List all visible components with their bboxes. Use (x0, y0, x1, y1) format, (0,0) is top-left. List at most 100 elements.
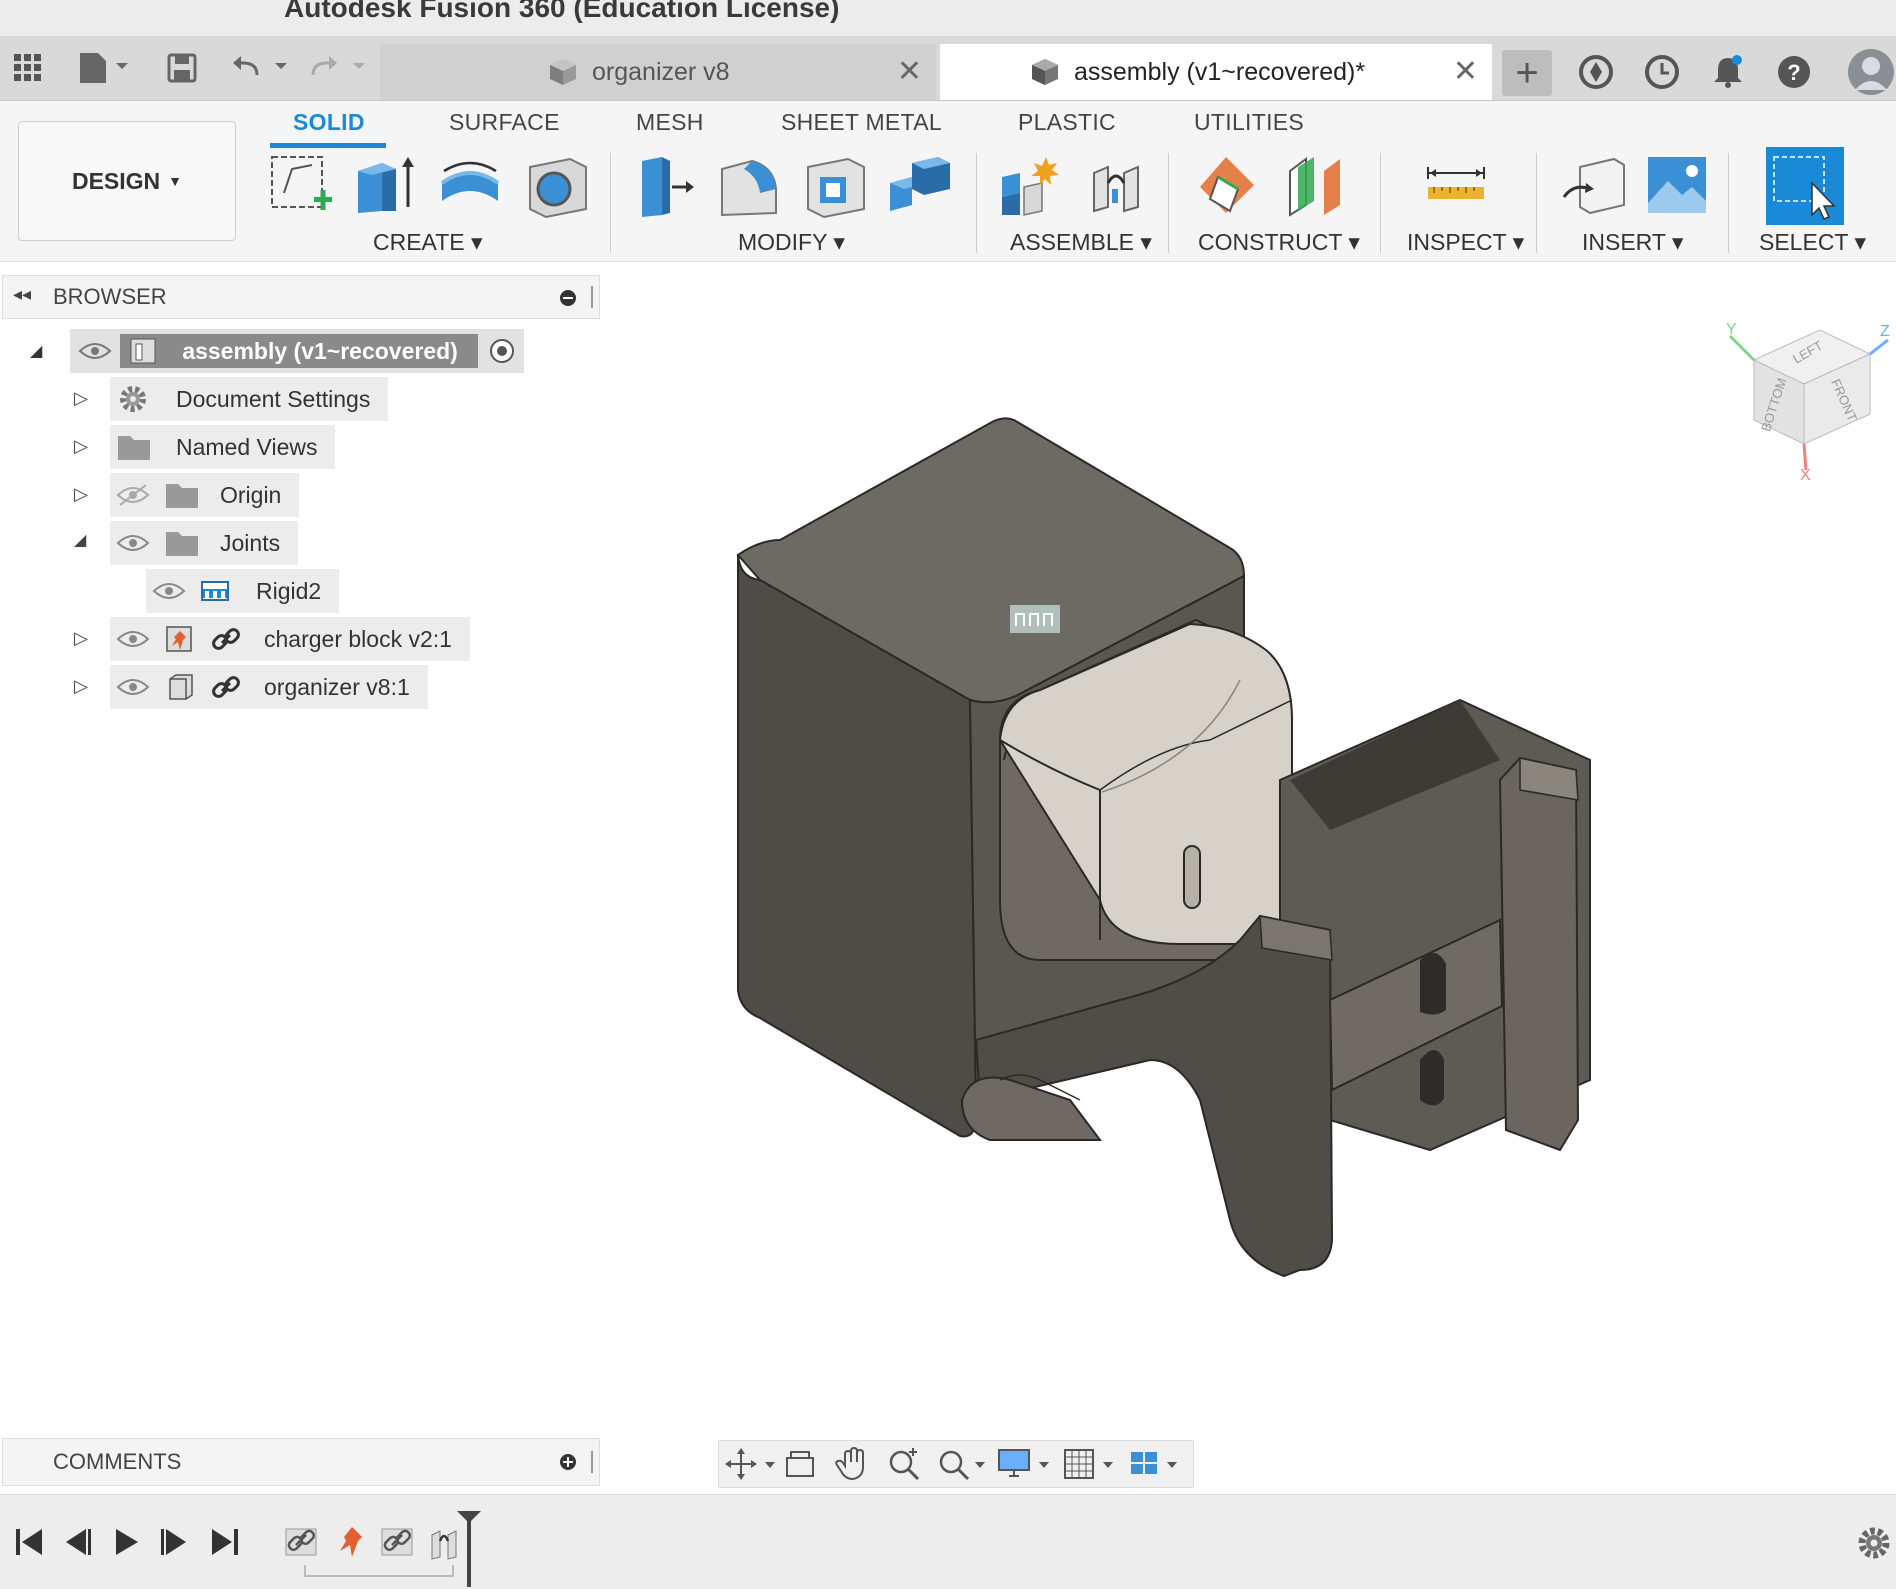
tab-sheet-metal[interactable]: SHEET METAL (781, 109, 942, 136)
create-sketch-icon[interactable] (268, 153, 334, 219)
save-icon[interactable] (162, 50, 202, 86)
tree-item-organizer-v8[interactable]: organizer v8:1 (110, 665, 428, 709)
joint-icon[interactable] (1084, 153, 1150, 219)
viewports-icon[interactable] (1129, 1446, 1185, 1482)
look-at-icon[interactable] (781, 1446, 821, 1482)
expand-triangle-icon[interactable]: ▷ (74, 388, 88, 409)
shell-icon[interactable] (802, 153, 868, 219)
assemble-menu[interactable]: ASSEMBLE ▾ (1010, 229, 1152, 256)
combine-icon[interactable] (886, 153, 952, 219)
select-menu[interactable]: SELECT ▾ (1759, 229, 1866, 256)
new-tab-button[interactable]: + (1502, 50, 1552, 96)
link-icon (212, 628, 240, 650)
user-avatar[interactable] (1846, 49, 1896, 95)
root-label: assembly (v1~recovered) (182, 337, 458, 364)
tree-item-named-views[interactable]: Named Views (110, 425, 336, 469)
visibility-eye-icon[interactable] (116, 531, 150, 555)
tree-item-rigid2[interactable]: Rigid2 (146, 569, 340, 613)
visibility-eye-icon[interactable] (152, 579, 186, 603)
tab-surface[interactable]: SURFACE (449, 109, 560, 136)
zoom-icon[interactable] (885, 1446, 925, 1482)
select-tool-icon[interactable] (1766, 147, 1844, 225)
tree-item-label: Document Settings (176, 385, 371, 412)
go-to-end-icon[interactable] (208, 1525, 242, 1559)
browser-panel-header[interactable]: ◂◂ BROWSER (2, 275, 600, 319)
history-clock-icon[interactable] (1642, 52, 1682, 92)
close-tab-icon[interactable]: ✕ (1453, 54, 1478, 89)
visibility-eye-icon[interactable] (116, 627, 150, 651)
new-component-icon[interactable] (998, 153, 1064, 219)
tree-item-document-settings[interactable]: Document Settings (110, 377, 389, 421)
midplane-icon[interactable] (1284, 153, 1350, 219)
construct-menu[interactable]: CONSTRUCT ▾ (1198, 229, 1360, 256)
tab-plastic[interactable]: PLASTIC (1018, 109, 1116, 136)
tab-mesh[interactable]: MESH (636, 109, 704, 136)
display-settings-icon[interactable] (997, 1446, 1053, 1482)
expand-triangle-icon[interactable]: ▷ (74, 676, 88, 697)
revolve-icon[interactable] (436, 153, 502, 219)
collapse-panel-icon[interactable]: ◂◂ (13, 284, 31, 305)
visibility-eye-icon[interactable] (78, 339, 112, 363)
redo-icon[interactable] (308, 50, 370, 86)
tab-utilities[interactable]: UTILITIES (1194, 109, 1304, 136)
tab-assembly[interactable]: assembly (v1~recovered)* ✕ (940, 44, 1492, 100)
tab-organizer-v8[interactable]: organizer v8 ✕ (380, 44, 936, 100)
expand-triangle-icon[interactable]: ▷ (74, 628, 88, 649)
panel-resize-handle[interactable] (591, 1451, 593, 1473)
tree-root-assembly[interactable]: ◢ assembly (v1~recovered) (30, 329, 524, 373)
create-menu[interactable]: CREATE ▾ (373, 229, 483, 256)
step-forward-icon[interactable] (158, 1525, 192, 1559)
visibility-eye-icon[interactable] (116, 675, 150, 699)
tree-item-joints[interactable]: Joints (110, 521, 299, 565)
group-label: CREATE (373, 229, 465, 255)
collapse-triangle-icon[interactable]: ◢ (74, 530, 86, 550)
modify-menu[interactable]: MODIFY ▾ (738, 229, 845, 256)
inspect-menu[interactable]: INSPECT ▾ (1407, 229, 1524, 256)
tab-solid[interactable]: SOLID (293, 109, 365, 136)
timeline-joint-feature-icon[interactable] (282, 1523, 322, 1563)
workspace-switcher[interactable]: DESIGN ▼ (18, 121, 236, 241)
press-pull-icon[interactable] (632, 153, 698, 219)
comments-panel-header[interactable]: COMMENTS (2, 1438, 600, 1486)
fillet-icon[interactable] (716, 153, 782, 219)
expand-triangle-icon[interactable]: ▷ (74, 484, 88, 505)
go-to-start-icon[interactable] (12, 1525, 46, 1559)
close-tab-icon[interactable]: ✕ (897, 54, 922, 89)
minimize-panel-icon[interactable] (559, 289, 577, 307)
measure-icon[interactable] (1424, 153, 1490, 219)
orbit-icon[interactable] (725, 1446, 777, 1482)
extrude-icon[interactable] (352, 153, 418, 219)
timeline-marker-handle[interactable] (454, 1509, 484, 1589)
help-icon[interactable]: ? (1774, 52, 1814, 92)
view-cube[interactable]: LEFT FRONT BOTTOM Y Z X (1720, 310, 1896, 480)
undo-icon[interactable] (230, 50, 292, 86)
timeline-settings-gear-icon[interactable] (1856, 1525, 1892, 1561)
timeline-ground-feature-icon[interactable] (330, 1523, 370, 1563)
activate-radio-icon[interactable] (488, 337, 516, 365)
tree-item-label: Origin (220, 481, 282, 508)
hidden-eye-icon[interactable] (116, 483, 150, 507)
model-viewport[interactable] (600, 270, 1896, 1430)
expand-triangle-icon[interactable]: ▷ (74, 436, 88, 457)
timeline-link-feature-icon[interactable] (378, 1523, 418, 1563)
job-status-icon[interactable] (1576, 52, 1616, 92)
tree-item-charger-block[interactable]: charger block v2:1 (110, 617, 470, 661)
insert-derive-icon[interactable] (1560, 153, 1626, 219)
add-comment-icon[interactable] (559, 1453, 577, 1471)
tree-item-origin[interactable]: Origin (110, 473, 300, 517)
insert-menu[interactable]: INSERT ▾ (1582, 229, 1683, 256)
hole-icon[interactable] (524, 153, 590, 219)
file-menu-icon[interactable] (76, 50, 136, 86)
pan-hand-icon[interactable] (833, 1446, 873, 1482)
collapse-triangle-icon[interactable]: ◢ (30, 341, 42, 361)
app-grid-icon[interactable] (8, 50, 48, 86)
insert-canvas-icon[interactable] (1644, 153, 1710, 219)
notifications-bell-icon[interactable] (1708, 52, 1748, 92)
play-icon[interactable] (110, 1525, 144, 1559)
group-label: INSERT (1582, 229, 1666, 255)
fit-zoom-icon[interactable] (935, 1446, 987, 1482)
grid-settings-icon[interactable] (1063, 1446, 1119, 1482)
step-back-icon[interactable] (60, 1525, 94, 1559)
panel-resize-handle[interactable] (591, 286, 593, 308)
offset-plane-icon[interactable] (1196, 153, 1262, 219)
